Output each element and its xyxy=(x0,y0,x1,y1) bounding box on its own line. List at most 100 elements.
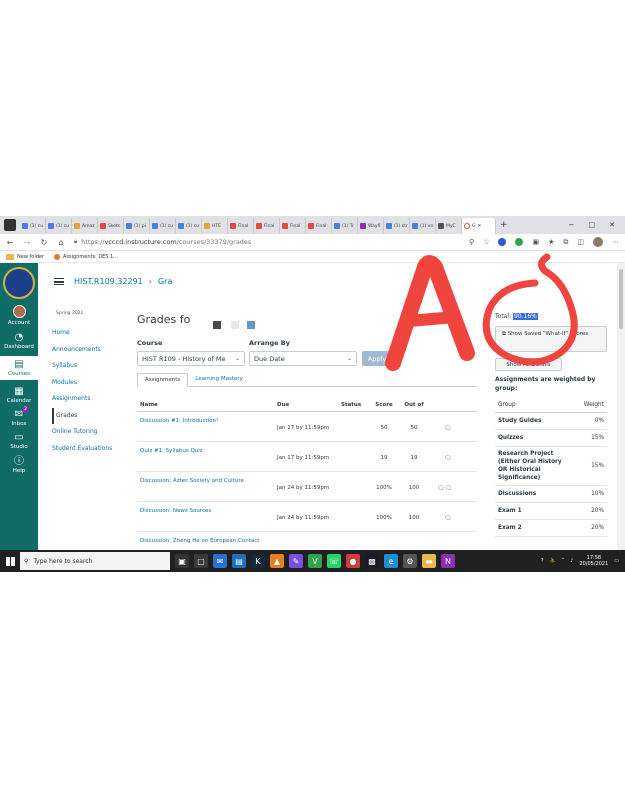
clock[interactable]: 17:58 20/05/2021 xyxy=(579,555,608,567)
assignment-link[interactable]: Discussion: Zheng He on European Contact xyxy=(140,538,259,544)
browser-tab[interactable]: Final xyxy=(228,218,254,234)
favorite-star-icon[interactable]: ☆ xyxy=(483,238,489,246)
browser-tab[interactable]: (1) pi xyxy=(124,218,150,234)
settings-gear-icon[interactable]: ⚙ xyxy=(403,554,417,568)
mail-icon[interactable]: ✉ xyxy=(213,554,227,568)
course-nav-online-tutoring[interactable]: Online Tutoring xyxy=(52,424,132,441)
collections-icon[interactable]: ⧉ xyxy=(563,238,568,247)
notes-icon[interactable]: ✎ xyxy=(289,554,303,568)
global-nav-courses[interactable]: ▤ Courses xyxy=(0,356,38,380)
assignment-link[interactable]: Quiz #1: Syllabus Quiz xyxy=(140,448,203,454)
new-tab-button[interactable]: + xyxy=(496,220,512,230)
file-explorer-icon[interactable]: ▬ xyxy=(422,554,436,568)
course-nav-student-evaluations[interactable]: Student Evaluations xyxy=(52,441,132,458)
chevron-up-icon[interactable]: ˄ xyxy=(562,558,565,564)
breadcrumb-course-link[interactable]: HIST.R109.32291 xyxy=(74,277,143,286)
taskbar-search[interactable]: ⚲ Type here to search xyxy=(20,552,170,570)
browser-tab[interactable]: (1) cu xyxy=(176,218,202,234)
back-arrow-icon[interactable]: ← xyxy=(6,238,14,247)
global-nav-account[interactable]: Account xyxy=(0,305,38,326)
vpn-icon[interactable]: V xyxy=(308,554,322,568)
photos-icon[interactable]: ▩ xyxy=(365,554,379,568)
course-nav-syllabus[interactable]: Syllabus xyxy=(52,358,132,375)
browser-tab[interactable]: (1) Tr xyxy=(332,218,358,234)
more-menu-icon[interactable]: ⋯ xyxy=(612,238,619,246)
whatsapp-icon[interactable]: ☏ xyxy=(327,554,341,568)
browser-tab[interactable]: Amaz xyxy=(72,218,98,234)
column-header-due[interactable]: Due xyxy=(277,402,289,408)
volume-icon[interactable]: ♪ xyxy=(570,558,573,564)
url-field[interactable]: 🔒︎ https://vcccd.instructure.com/courses… xyxy=(74,238,460,246)
global-nav-dashboard[interactable]: ◔ Dashboard xyxy=(0,332,38,350)
global-nav-help[interactable]: ⓘ Help xyxy=(0,456,38,474)
comment-icon[interactable]: 🗨︎ xyxy=(444,455,452,462)
onenote-icon[interactable]: N xyxy=(441,554,455,568)
extensions-puzzle-icon[interactable]: ▣ xyxy=(532,238,539,246)
comment-icon[interactable]: 🗨︎ xyxy=(444,515,452,522)
show-whatif-button[interactable]: ⧉ Show Saved "What-If" Scores xyxy=(495,326,607,352)
apply-button[interactable]: Apply xyxy=(362,351,392,366)
browser-tab[interactable]: Final xyxy=(280,218,306,234)
browser-tab[interactable]: (1) vo xyxy=(410,218,436,234)
scrollbar-thumb[interactable] xyxy=(619,269,623,329)
page-scrollbar[interactable] xyxy=(617,263,625,550)
start-button[interactable] xyxy=(0,550,20,572)
arrange-select[interactable]: Due Date ⌄ xyxy=(249,351,357,366)
comment-icon[interactable]: 🗨︎🗨︎ xyxy=(437,485,452,492)
zoom-icon[interactable]: ⚲ xyxy=(469,238,474,246)
widgets-icon[interactable]: ▢ xyxy=(194,554,208,568)
browser-tab[interactable]: Wayfi xyxy=(358,218,384,234)
browser-tab[interactable]: (1) cu xyxy=(150,218,176,234)
help-tray-icon[interactable]: ? xyxy=(541,558,544,564)
course-nav-assignments[interactable]: Assignments xyxy=(52,391,132,408)
assignment-link[interactable]: Discussion: Aztec Society and Culture xyxy=(140,478,244,484)
school-logo[interactable] xyxy=(3,267,35,299)
show-all-details-button[interactable]: Show All Details xyxy=(495,358,562,371)
task-view-icon[interactable]: ▣ xyxy=(175,554,189,568)
person-tray-icon[interactable]: ⛹ xyxy=(550,558,556,564)
browser-tab[interactable]: (1) str xyxy=(384,218,410,234)
browser-tab[interactable]: (1) cu xyxy=(46,218,72,234)
course-nav-modules[interactable]: Modules xyxy=(52,375,132,392)
print-grades-link[interactable]: Print Grades xyxy=(427,317,461,323)
favorites-bar-icon[interactable]: ★ xyxy=(548,238,554,246)
vlc-icon[interactable]: ▲ xyxy=(270,554,284,568)
browser-tab[interactable]: Final xyxy=(306,218,332,234)
global-nav-inbox[interactable]: ✉ 2 Inbox xyxy=(0,406,38,427)
bookmark-assignments[interactable]: Assignments: DES 1... xyxy=(54,253,118,260)
reload-icon[interactable]: ↻ xyxy=(40,238,48,247)
extension-shield-icon[interactable] xyxy=(498,238,507,246)
course-select[interactable]: HIST R109 - History of Me ⌄ xyxy=(137,351,245,366)
assignment-link[interactable]: Discussion #1: Introduction! xyxy=(140,418,218,424)
browser-tab[interactable]: Sketc xyxy=(98,218,124,234)
global-nav-calendar[interactable]: ▦ Calendar xyxy=(0,386,38,404)
tab-active[interactable]: G ✕ xyxy=(462,218,496,234)
browser-tab[interactable]: HTE xyxy=(202,218,228,234)
comment-icon[interactable]: 🗨︎ xyxy=(444,425,452,432)
global-nav-studio[interactable]: ▭ Studio xyxy=(0,432,38,450)
column-header-name[interactable]: Name xyxy=(140,402,158,408)
browser-tab[interactable]: (1) cu xyxy=(20,218,46,234)
forward-arrow-icon[interactable]: → xyxy=(23,238,31,247)
bookmark-new-folder[interactable]: New folder xyxy=(6,253,44,260)
app-red-icon[interactable]: ● xyxy=(346,554,360,568)
course-nav-announcements[interactable]: Announcements xyxy=(52,342,132,359)
course-nav-home[interactable]: Home xyxy=(52,325,132,342)
edge-icon[interactable]: e xyxy=(384,554,398,568)
maximize-button[interactable]: □ xyxy=(589,221,596,229)
minimize-button[interactable]: − xyxy=(569,221,575,229)
assignment-link[interactable]: Discussion: News Sources xyxy=(140,508,211,514)
hamburger-menu-icon[interactable] xyxy=(54,278,64,285)
extension-grammarly-icon[interactable] xyxy=(515,238,524,246)
notification-icon[interactable]: ▭ xyxy=(614,558,619,564)
tab-close-icon[interactable]: ✕ xyxy=(478,224,482,229)
kindle-icon[interactable]: K xyxy=(251,554,265,568)
tab-assignments[interactable]: Assignments xyxy=(137,373,189,387)
tab-actions-icon[interactable] xyxy=(4,219,16,231)
store-icon[interactable]: ▤ xyxy=(232,554,246,568)
close-window-button[interactable]: ✕ xyxy=(609,221,615,229)
course-nav-grades[interactable]: Grades xyxy=(52,407,132,424)
profile-avatar[interactable] xyxy=(593,237,603,247)
home-icon[interactable]: ⌂ xyxy=(57,238,65,247)
share-icon[interactable]: ◫ xyxy=(577,238,584,246)
